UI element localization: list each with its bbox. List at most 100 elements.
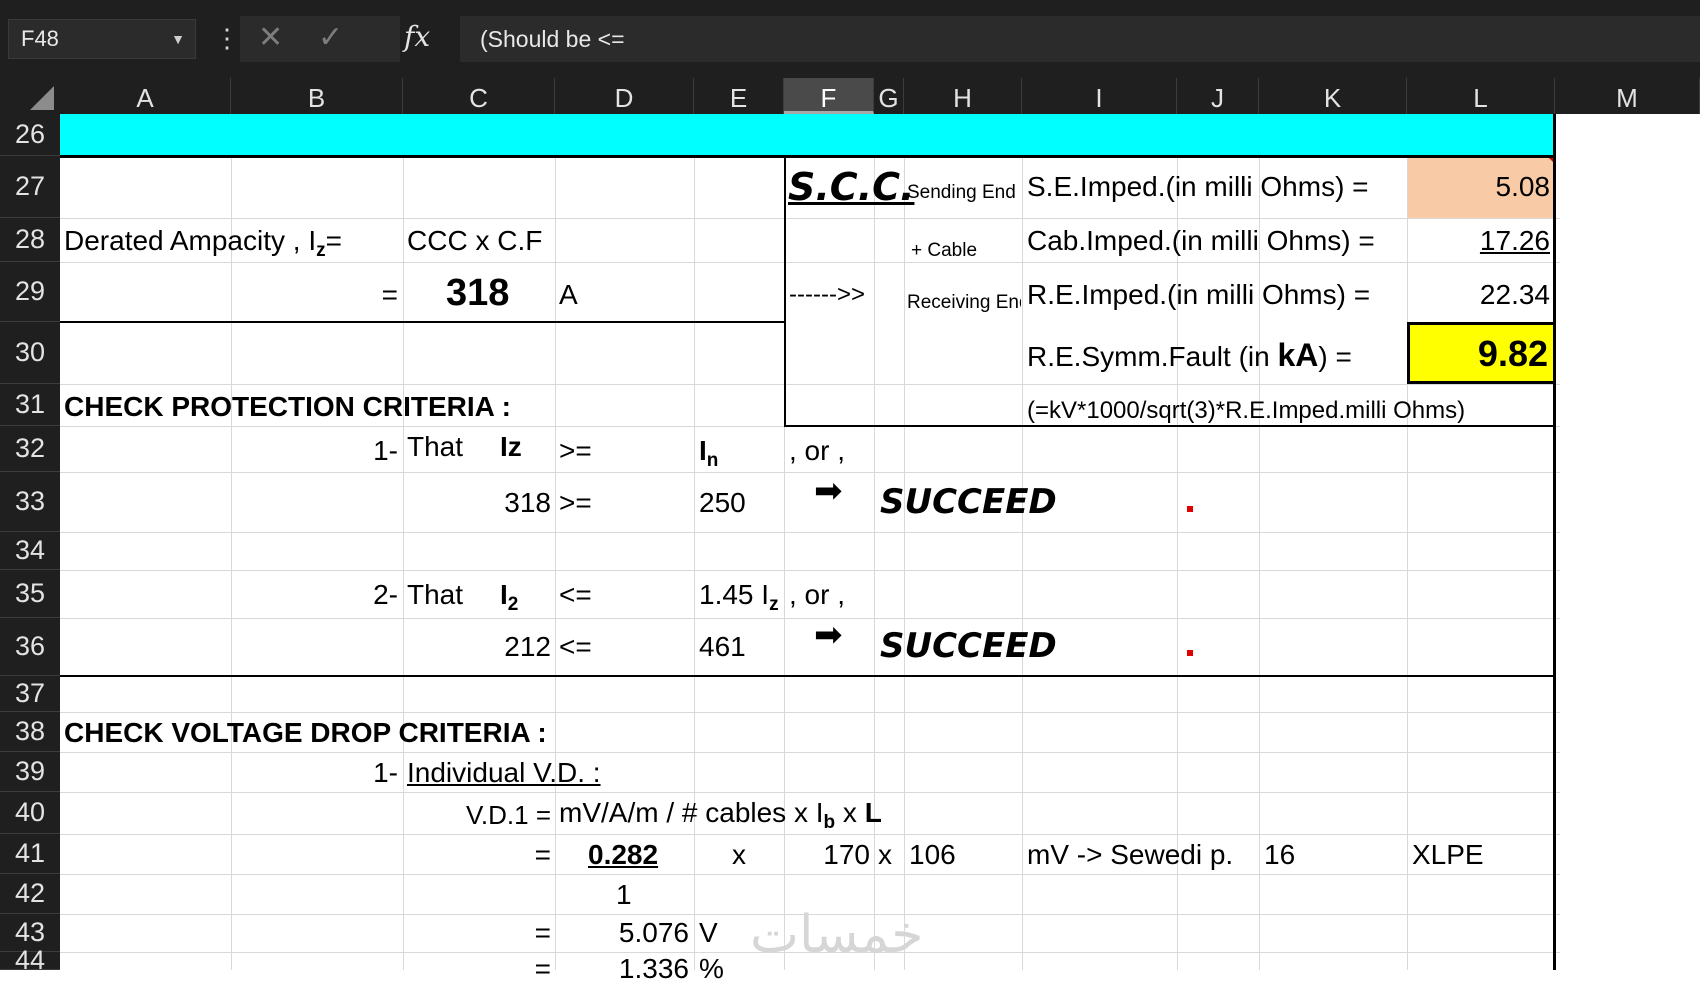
row-header-32[interactable]: 32 — [0, 426, 60, 472]
gridline — [60, 874, 1560, 875]
criterion-2-that: That — [407, 579, 464, 610]
fault-current-value: 9.82 — [1477, 333, 1548, 374]
column-header-b[interactable]: B — [231, 78, 403, 114]
scc-label: S.C.C. — [788, 165, 915, 209]
gridline — [874, 114, 875, 970]
plus-cable-label: + Cable — [911, 240, 978, 261]
derated-ampacity-label: Derated Ampacity , Iz= — [64, 224, 342, 268]
receiving-end-label: Receiving End — [907, 292, 1021, 313]
derated-label-text: Derated Ampacity , I — [64, 225, 317, 256]
marker-dot — [1187, 650, 1193, 656]
unit-volts: V — [699, 917, 718, 948]
enter-check-icon[interactable]: ✓ — [318, 20, 343, 56]
criterion-1-number: 1- — [373, 435, 398, 466]
gridline — [60, 570, 1560, 571]
cable-type-value: XLPE — [1412, 839, 1484, 870]
column-header-d[interactable]: D — [555, 78, 694, 114]
vd1-formula-a: mV/A/m / # cables x I — [559, 797, 824, 828]
lte-sign: <= — [559, 579, 592, 610]
select-all-corner[interactable] — [0, 78, 60, 114]
watermark: خمسات — [750, 905, 924, 965]
gridline — [60, 472, 1560, 473]
column-header-k[interactable]: K — [1259, 78, 1407, 114]
derated-ampacity-value: 318 — [446, 272, 510, 314]
i2-symbol-i: I — [500, 579, 508, 610]
row-header-39[interactable]: 39 — [0, 752, 60, 792]
cables-count-value: 1 — [616, 879, 632, 910]
row-header-29[interactable]: 29 — [0, 262, 60, 322]
limit-expression: 1.45 Iz — [699, 578, 779, 622]
page-number-value: 16 — [1264, 839, 1296, 870]
i2-symbol: I2 — [500, 578, 518, 622]
row-header-40[interactable]: 40 — [0, 792, 60, 834]
column-header-h[interactable]: H — [904, 78, 1022, 114]
formula-bar: F48 ▼ ⋮ ✕ ✓ fx (Should be <= — [0, 0, 1700, 78]
gridline — [60, 712, 1560, 713]
chevron-down-icon[interactable]: ▼ — [171, 20, 185, 58]
in-symbol: In — [699, 434, 718, 478]
limit-value: 461 — [699, 631, 746, 662]
times-sign: x — [732, 839, 746, 870]
vd1-formula-sub: b — [823, 812, 836, 833]
row-header-27[interactable]: 27 — [0, 156, 60, 218]
row-header-42[interactable]: 42 — [0, 874, 60, 914]
row-header-41[interactable]: 41 — [0, 834, 60, 874]
row-header-28[interactable]: 28 — [0, 218, 60, 262]
arrow-text: ------>> — [789, 281, 865, 308]
derated-label-sub: z — [316, 240, 326, 261]
row-header-30[interactable]: 30 — [0, 322, 60, 384]
row-header-44[interactable]: 44 — [0, 945, 60, 975]
column-header-f[interactable]: F — [784, 78, 874, 114]
row-header-31[interactable]: 31 — [0, 384, 60, 426]
row-header-35[interactable]: 35 — [0, 570, 60, 618]
column-header-a[interactable]: A — [60, 78, 231, 114]
derated-label-eq: = — [325, 225, 342, 256]
column-header-e[interactable]: E — [694, 78, 784, 114]
gridline — [60, 618, 1560, 619]
equals-sign: = — [381, 279, 398, 310]
formula-input-text: (Should be <= — [480, 26, 625, 52]
row-header-33[interactable]: 33 — [0, 472, 60, 532]
unit-percent: % — [699, 953, 724, 984]
insert-function-icon[interactable]: fx — [404, 18, 430, 56]
select-all-icon — [30, 86, 54, 110]
succeed-result-1: SUCCEED — [880, 482, 1057, 522]
column-header-l[interactable]: L — [1407, 78, 1555, 114]
gridline — [60, 752, 1560, 753]
row-header-34[interactable]: 34 — [0, 532, 60, 570]
column-header-i[interactable]: I — [1022, 78, 1177, 114]
unit-amps: A — [559, 279, 578, 310]
column-header-m[interactable]: M — [1555, 78, 1700, 114]
column-header-c[interactable]: C — [403, 78, 555, 114]
vd-item-number: 1- — [373, 757, 398, 788]
border — [1553, 114, 1556, 970]
row-header-26[interactable]: 26 — [0, 114, 60, 156]
gridline — [60, 384, 1560, 385]
more-options-icon[interactable]: ⋮ — [214, 20, 240, 56]
row-header-38[interactable]: 38 — [0, 712, 60, 752]
re-symm-pre: R.E.Symm.Fault (in — [1027, 341, 1278, 372]
times-sign: x — [878, 839, 892, 870]
header-band — [60, 114, 1556, 156]
iz-symbol: Iz — [500, 431, 522, 462]
vd1-formula: mV/A/m / # cables x Ib x L — [559, 796, 882, 840]
cancel-icon[interactable]: ✕ — [258, 20, 283, 56]
re-symm-ka: kA — [1277, 337, 1319, 373]
length-value: 106 — [909, 839, 956, 870]
name-box[interactable]: F48 ▼ — [8, 19, 196, 59]
column-header-j[interactable]: J — [1177, 78, 1259, 114]
row-header-36[interactable]: 36 — [0, 618, 60, 676]
se-imped-value: 5.08 — [1495, 171, 1551, 202]
formula-input[interactable]: (Should be <= — [460, 16, 1700, 62]
iz-value: 318 — [504, 487, 551, 518]
ccc-cf-label: CCC x C.F — [407, 225, 543, 256]
gridline — [555, 114, 556, 970]
re-symm-post: ) = — [1318, 341, 1352, 372]
row-header-37[interactable]: 37 — [0, 676, 60, 712]
in-symbol-i: I — [699, 435, 707, 466]
vd1-label: V.D.1 = — [465, 800, 551, 830]
sending-end-label: Sending End — [907, 182, 1016, 203]
vd1-formula-l: L — [864, 797, 882, 828]
column-header-g[interactable]: G — [874, 78, 904, 114]
or-text: , or , — [789, 435, 846, 466]
